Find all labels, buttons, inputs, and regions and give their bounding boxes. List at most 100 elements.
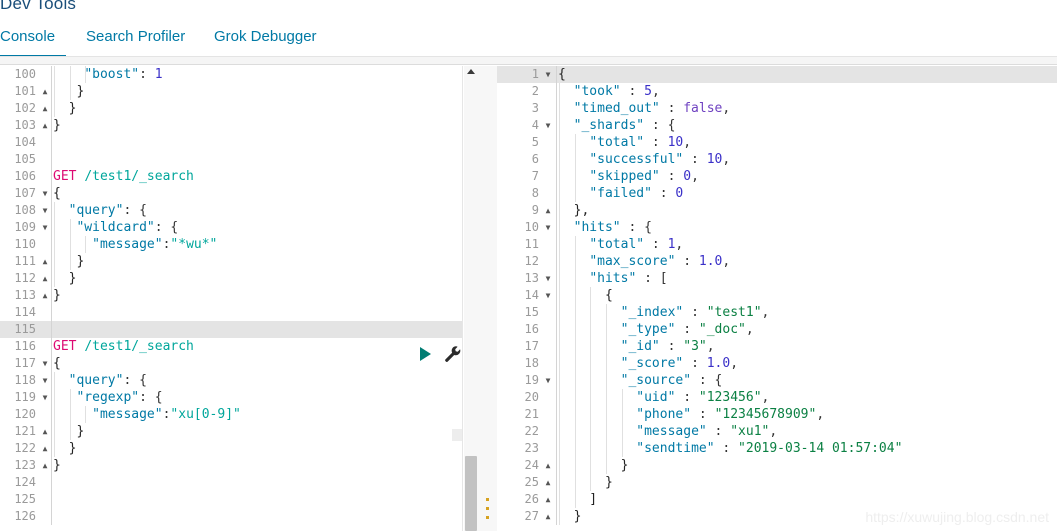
code-line[interactable]: 20 "uid" : "123456", xyxy=(497,389,1057,406)
code-line[interactable]: 100 "boost": 1 xyxy=(0,66,463,83)
code-line[interactable]: 124 xyxy=(0,474,463,491)
code-text: } xyxy=(558,475,613,490)
fold-expand-icon[interactable] xyxy=(543,474,553,491)
code-line[interactable]: 23 "sendtime" : "2019-03-14 01:57:04" xyxy=(497,440,1057,457)
code-line[interactable]: 103} xyxy=(0,117,463,134)
code-line[interactable]: 104 xyxy=(0,134,463,151)
code-line[interactable]: 108 "query": { xyxy=(0,202,463,219)
code-line[interactable]: 125 xyxy=(0,491,463,508)
fold-collapse-icon[interactable] xyxy=(40,372,50,389)
tab-grok-debugger[interactable]: Grok Debugger xyxy=(214,20,326,57)
fold-collapse-icon[interactable] xyxy=(543,372,553,389)
code-line[interactable]: 2 "took" : 5, xyxy=(497,83,1057,100)
fold-expand-icon[interactable] xyxy=(40,423,50,440)
code-line[interactable]: 112 } xyxy=(0,270,463,287)
fold-expand-icon[interactable] xyxy=(40,117,50,134)
code-line[interactable]: 13 "hits" : [ xyxy=(497,270,1057,287)
code-line[interactable]: 117 { xyxy=(0,355,463,372)
code-text: "_shards" : { xyxy=(573,118,676,133)
code-line[interactable]: 115 xyxy=(0,321,463,338)
code-line[interactable]: 107 { xyxy=(0,185,463,202)
pane-splitter[interactable] xyxy=(478,66,497,531)
code-line[interactable]: 123} xyxy=(0,457,463,474)
splitter-grip-icon[interactable] xyxy=(486,498,489,519)
code-line[interactable]: 114 xyxy=(0,304,463,321)
code-line[interactable]: 120 "message":"xu[0-9]" xyxy=(0,406,463,423)
fold-collapse-icon[interactable] xyxy=(543,270,553,287)
wrench-icon[interactable] xyxy=(444,345,462,363)
fold-collapse-icon[interactable] xyxy=(40,202,50,219)
code-line[interactable]: 18 "_score" : 1.0, xyxy=(497,355,1057,372)
code-line[interactable]: 121 } xyxy=(0,423,463,440)
fold-collapse-icon[interactable] xyxy=(40,219,50,236)
request-pane[interactable]: 100 "boost": 1101 }102 }103}104105106GET… xyxy=(0,66,463,531)
request-scrollbar[interactable] xyxy=(464,66,478,531)
code-line[interactable]: 19 "_source" : { xyxy=(497,372,1057,389)
code-line[interactable]: 22 "message" : "xu1", xyxy=(497,423,1057,440)
code-line[interactable]: 118 "query": { xyxy=(0,372,463,389)
line-number: 13 xyxy=(524,271,539,285)
code-line[interactable]: 24 } xyxy=(497,457,1057,474)
code-line[interactable]: 9 }, xyxy=(497,202,1057,219)
tab-search-profiler[interactable]: Search Profiler xyxy=(86,20,196,57)
code-line[interactable]: 1{ xyxy=(497,66,1057,83)
fold-expand-icon[interactable] xyxy=(40,253,50,270)
fold-expand-icon[interactable] xyxy=(543,491,553,508)
code-line[interactable]: 101 } xyxy=(0,83,463,100)
play-icon[interactable] xyxy=(420,347,431,361)
line-number: 118 xyxy=(14,373,36,387)
code-line[interactable]: 14 { xyxy=(497,287,1057,304)
fold-expand-icon[interactable] xyxy=(40,457,50,474)
code-line[interactable]: 119 "regexp": { xyxy=(0,389,463,406)
code-line[interactable]: 12 "max_score" : 1.0, xyxy=(497,253,1057,270)
line-number: 20 xyxy=(524,390,539,404)
fold-expand-icon[interactable] xyxy=(40,83,50,100)
code-line[interactable]: 5 "total" : 10, xyxy=(497,134,1057,151)
fold-expand-icon[interactable] xyxy=(40,287,50,304)
code-line[interactable]: 10 "hits" : { xyxy=(497,219,1057,236)
fold-collapse-icon[interactable] xyxy=(40,389,50,406)
fold-expand-icon[interactable] xyxy=(543,508,553,525)
code-line[interactable]: 110 "message":"*wu*" xyxy=(0,236,463,253)
code-line[interactable]: 25 } xyxy=(497,474,1057,491)
code-line[interactable]: 6 "successful" : 10, xyxy=(497,151,1057,168)
code-line[interactable]: 122 } xyxy=(0,440,463,457)
code-line[interactable]: 8 "failed" : 0 xyxy=(497,185,1057,202)
code-line[interactable]: 106 GET /test1/_search xyxy=(0,168,463,185)
code-line[interactable]: 7 "skipped" : 0, xyxy=(497,168,1057,185)
fold-collapse-icon[interactable] xyxy=(543,117,553,134)
code-line[interactable]: 116 GET /test1/_search xyxy=(0,338,463,355)
fold-collapse-icon[interactable] xyxy=(40,185,50,202)
scroll-up-icon[interactable] xyxy=(467,69,475,74)
code-line[interactable]: 16 "_type" : "_doc", xyxy=(497,321,1057,338)
fold-collapse-icon[interactable] xyxy=(40,355,50,372)
code-line[interactable]: 15 "_index" : "test1", xyxy=(497,304,1057,321)
response-pane[interactable]: 1{2 "took" : 5,3 "timed_out" : false,4 "… xyxy=(497,66,1057,531)
response-code[interactable]: 1{2 "took" : 5,3 "timed_out" : false,4 "… xyxy=(497,66,1057,525)
code-line[interactable]: 3 "timed_out" : false, xyxy=(497,100,1057,117)
code-line[interactable]: 126 xyxy=(0,508,463,525)
fold-expand-icon[interactable] xyxy=(40,270,50,287)
fold-expand-icon[interactable] xyxy=(543,202,553,219)
code-line[interactable]: 26 ] xyxy=(497,491,1057,508)
fold-collapse-icon[interactable] xyxy=(543,287,553,304)
fold-collapse-icon[interactable] xyxy=(543,66,553,83)
code-line[interactable]: 105 xyxy=(0,151,463,168)
code-line[interactable]: 111 } xyxy=(0,253,463,270)
tab-console[interactable]: Console xyxy=(0,20,66,57)
code-line[interactable]: 11 "total" : 1, xyxy=(497,236,1057,253)
fold-expand-icon[interactable] xyxy=(40,440,50,457)
scrollbar-thumb[interactable] xyxy=(465,456,477,531)
fold-expand-icon[interactable] xyxy=(40,100,50,117)
fold-expand-icon[interactable] xyxy=(543,457,553,474)
code-line[interactable]: 4 "_shards" : { xyxy=(497,117,1057,134)
line-number: 117 xyxy=(14,356,36,370)
request-code[interactable]: 100 "boost": 1101 }102 }103}104105106GET… xyxy=(0,66,463,525)
code-line[interactable]: 113} xyxy=(0,287,463,304)
request-actions[interactable] xyxy=(420,345,470,365)
fold-collapse-icon[interactable] xyxy=(543,219,553,236)
code-line[interactable]: 17 "_id" : "3", xyxy=(497,338,1057,355)
code-line[interactable]: 109 "wildcard": { xyxy=(0,219,463,236)
code-line[interactable]: 21 "phone" : "12345678909", xyxy=(497,406,1057,423)
code-line[interactable]: 102 } xyxy=(0,100,463,117)
